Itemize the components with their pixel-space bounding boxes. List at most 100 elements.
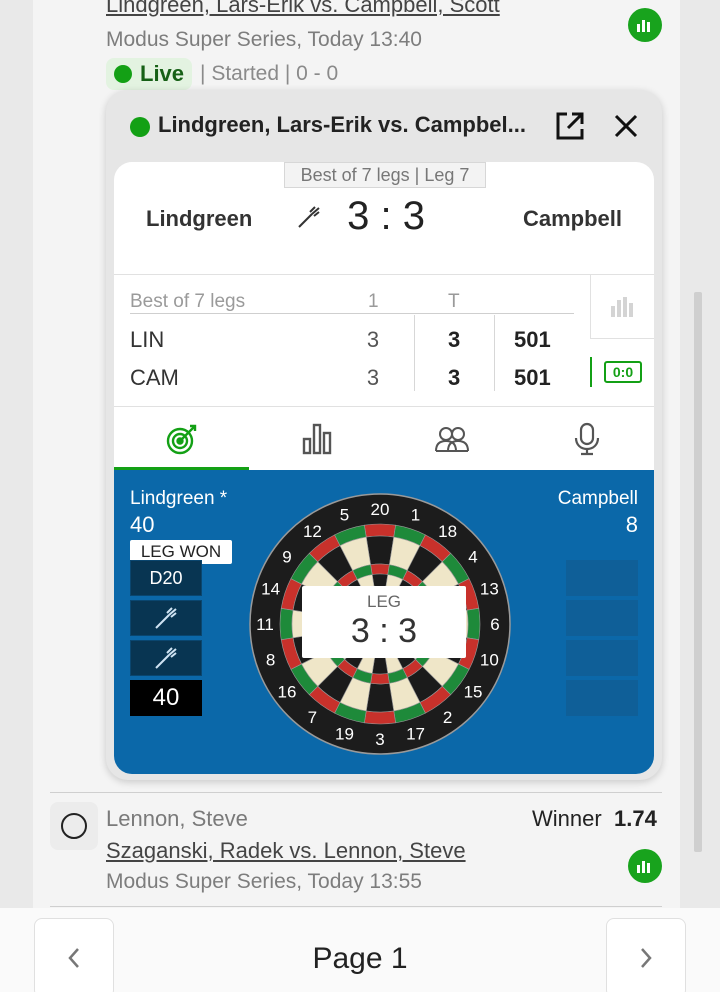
board-number: 2 bbox=[443, 708, 452, 727]
board-number: 4 bbox=[468, 547, 477, 566]
table-cell-remaining: 501 bbox=[514, 327, 551, 352]
board-number: 13 bbox=[480, 579, 499, 598]
table-row-name: CAM bbox=[130, 365, 179, 390]
board-number: 11 bbox=[256, 615, 274, 634]
throw-slot: D20 bbox=[130, 560, 202, 596]
table-cell-total: 3 bbox=[448, 327, 461, 352]
tab-players[interactable] bbox=[384, 407, 519, 471]
dartboard-panel: Lindgreen * 40 Campbell 8 LEG WON D20 40… bbox=[114, 470, 654, 774]
divider bbox=[50, 792, 662, 793]
double-segment bbox=[279, 608, 294, 640]
pagination: Page 1 bbox=[0, 908, 720, 992]
divider bbox=[414, 315, 415, 391]
board-number: 14 bbox=[261, 579, 280, 598]
divider bbox=[50, 906, 662, 907]
stats-toggle-button[interactable] bbox=[590, 275, 654, 339]
table-header-set: 1 bbox=[368, 291, 379, 312]
double-segment bbox=[466, 608, 481, 640]
dart-icon bbox=[296, 204, 322, 230]
board-number: 18 bbox=[438, 522, 457, 541]
board-number: 5 bbox=[340, 506, 349, 525]
tab-statistics[interactable] bbox=[249, 407, 384, 471]
triple-segment bbox=[370, 673, 390, 685]
radio-icon bbox=[61, 813, 87, 839]
throw-slot bbox=[566, 640, 638, 676]
tab-commentary[interactable] bbox=[519, 407, 654, 471]
market-label: Winner bbox=[532, 806, 602, 831]
board-number: 16 bbox=[278, 683, 297, 702]
board-number: 6 bbox=[490, 615, 499, 634]
popup-tabs bbox=[114, 406, 654, 471]
board-left-remaining: 40 bbox=[130, 512, 155, 537]
tab-visualization[interactable] bbox=[114, 407, 249, 471]
board-number: 9 bbox=[282, 547, 291, 566]
stats-icon bbox=[302, 423, 331, 455]
table-row-name: LIN bbox=[130, 327, 165, 352]
event-title-link[interactable]: Lindgreen, Lars-Erik vs. Campbell, Scott bbox=[106, 0, 500, 18]
leg-label: LEG bbox=[366, 592, 402, 611]
triple-segment bbox=[370, 563, 390, 575]
throw-slot bbox=[566, 560, 638, 596]
board-number: 15 bbox=[464, 683, 483, 702]
event-subtitle: Modus Super Series, Today 13:55 bbox=[106, 870, 422, 893]
table-cell-set: 3 bbox=[366, 365, 380, 390]
table-header-label: Best of 7 legs bbox=[130, 291, 246, 312]
odds-value[interactable]: 1.74 bbox=[614, 806, 657, 832]
player-left-name: Lindgreen bbox=[146, 206, 253, 231]
active-indicator bbox=[590, 357, 592, 387]
table-header-total: T bbox=[448, 291, 460, 312]
board-number: 12 bbox=[303, 522, 322, 541]
live-dot-icon bbox=[130, 117, 150, 137]
player-right-name: Campbell bbox=[522, 206, 622, 231]
double-segment bbox=[364, 710, 396, 725]
divider bbox=[494, 315, 495, 391]
bar-chart-icon[interactable] bbox=[628, 849, 662, 883]
live-match-popup: Lindgreen, Lars-Erik vs. Campbel... Best… bbox=[106, 90, 662, 780]
table-cell-total: 3 bbox=[448, 365, 461, 390]
selection-name: Lennon, Steve bbox=[106, 806, 248, 831]
event-title-link[interactable]: Szaganski, Radek vs. Lennon, Steve bbox=[106, 838, 466, 864]
board-right-player: Campbell bbox=[557, 488, 638, 509]
scrollbar[interactable] bbox=[694, 292, 702, 852]
board-number: 3 bbox=[375, 730, 384, 749]
selection-radio[interactable] bbox=[50, 802, 98, 850]
leg-score-box: LEG 3 : 3 bbox=[302, 586, 466, 658]
chevron-right-icon bbox=[641, 948, 652, 968]
board-right-remaining: 8 bbox=[625, 512, 638, 537]
popup-title: Lindgreen, Lars-Erik vs. Campbel... bbox=[158, 112, 526, 137]
bar-chart-icon[interactable] bbox=[628, 8, 662, 42]
live-badge: Live bbox=[106, 58, 193, 90]
popup-header: Lindgreen, Lars-Erik vs. Campbel... bbox=[106, 90, 662, 162]
leg-score: 3 : 3 bbox=[350, 612, 418, 650]
board-number: 19 bbox=[335, 724, 354, 743]
scoreline-button[interactable]: 0:0 bbox=[604, 361, 642, 383]
throw-slot bbox=[130, 640, 202, 676]
score-table: Best of 7 legs 1 T LIN 3 3 501 CAM 3 3 5… bbox=[114, 274, 654, 406]
board-number: 7 bbox=[308, 708, 317, 727]
next-page-button[interactable] bbox=[606, 918, 686, 992]
players-icon bbox=[434, 427, 469, 452]
match-score: 3 : 3 bbox=[347, 194, 425, 238]
scoreboard-card: Best of 7 legs | Leg 7 Lindgreen 3 : 3 C… bbox=[114, 162, 654, 774]
board-number: 17 bbox=[406, 724, 425, 743]
single-segment bbox=[365, 682, 395, 713]
board-number: 1 bbox=[411, 506, 420, 525]
dart-icon bbox=[155, 607, 177, 629]
live-status-row: Live | Started | 0 - 0 bbox=[106, 58, 338, 90]
throw-total: 40 bbox=[130, 680, 202, 716]
live-dot-icon bbox=[114, 65, 132, 83]
board-number: 8 bbox=[266, 651, 275, 670]
external-link-icon[interactable] bbox=[552, 108, 588, 144]
single-segment bbox=[365, 535, 395, 566]
throw-slot bbox=[130, 600, 202, 636]
throw-slot bbox=[566, 680, 638, 716]
table-cell-remaining: 501 bbox=[514, 365, 551, 390]
divider bbox=[130, 313, 574, 314]
board-number: 20 bbox=[371, 500, 390, 519]
event-subtitle: Modus Super Series, Today 13:40 bbox=[106, 28, 422, 51]
microphone-icon bbox=[574, 422, 599, 456]
close-icon[interactable] bbox=[610, 110, 642, 142]
table-cell-set: 3 bbox=[366, 327, 380, 352]
best-of-tag: Best of 7 legs | Leg 7 bbox=[284, 162, 486, 188]
throw-slot bbox=[566, 600, 638, 636]
